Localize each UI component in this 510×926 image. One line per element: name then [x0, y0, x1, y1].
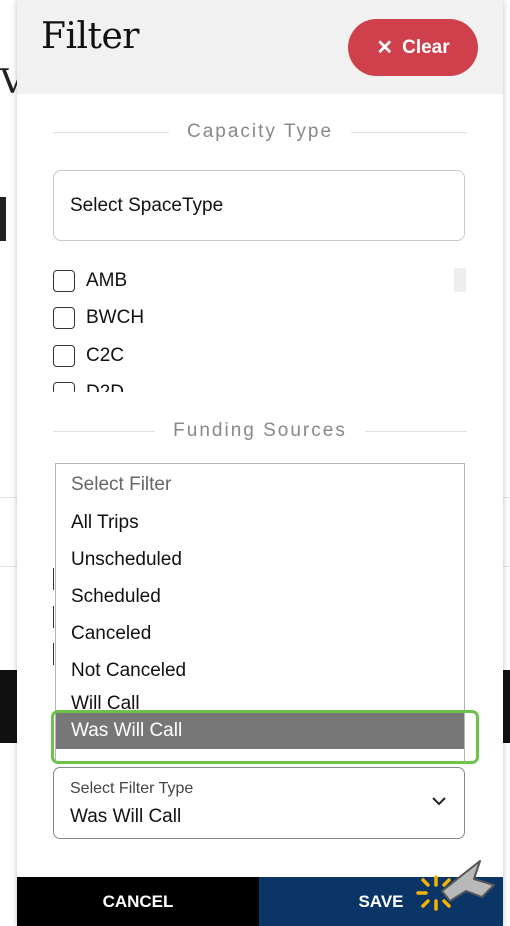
filter-type-select[interactable]: Select Filter Type Was Will Call — [53, 767, 465, 839]
capacity-option-label: AMB — [86, 269, 128, 291]
capacity-option-label: BWCH — [86, 307, 145, 329]
modal-header: Filter ✕ Clear — [17, 0, 503, 94]
filter-option[interactable]: Will Call — [56, 689, 464, 712]
filter-option[interactable]: Scheduled — [56, 578, 464, 615]
checkbox[interactable] — [53, 307, 75, 330]
filter-type-label: Select Filter Type — [70, 780, 194, 797]
filter-option[interactable]: All Trips — [56, 504, 464, 541]
clear-button[interactable]: ✕ Clear — [348, 19, 478, 76]
filter-option[interactable]: Canceled — [56, 615, 464, 652]
modal-title: Filter — [41, 16, 140, 57]
cancel-button[interactable]: CANCEL — [17, 877, 259, 926]
selection-highlight — [51, 710, 479, 764]
space-type-select[interactable]: Select SpaceType — [53, 170, 465, 241]
capacity-type-divider: Capacity Type — [53, 121, 467, 143]
capacity-option-label: C2C — [86, 344, 125, 366]
capacity-option[interactable]: C2C — [53, 337, 467, 375]
checkbox[interactable] — [53, 382, 75, 392]
capacity-type-list: AMB BWCH C2C D2D — [53, 262, 467, 392]
background-block — [0, 197, 6, 241]
funding-sources-heading: Funding Sources — [173, 420, 347, 441]
capacity-type-heading: Capacity Type — [186, 121, 334, 142]
capacity-option[interactable]: BWCH — [53, 300, 467, 338]
filter-modal: Filter ✕ Clear Capacity Type Select Spac… — [17, 0, 503, 926]
filter-type-value: Was Will Call — [70, 806, 182, 827]
capacity-option[interactable]: AMB — [53, 262, 467, 300]
checkbox[interactable] — [53, 344, 75, 367]
capacity-list-scrollbar[interactable] — [454, 268, 466, 292]
cursor-click-icon — [416, 860, 495, 911]
close-icon: ✕ — [376, 37, 394, 59]
funding-sources-divider: Funding Sources — [53, 420, 467, 442]
space-type-placeholder: Select SpaceType — [70, 194, 224, 216]
chevron-down-icon — [432, 797, 446, 806]
filter-option[interactable]: Not Canceled — [56, 652, 464, 689]
capacity-option[interactable]: D2D — [53, 375, 467, 392]
filter-option-placeholder[interactable]: Select Filter — [56, 464, 464, 504]
capacity-option-label: D2D — [86, 382, 124, 392]
clear-button-label: Clear — [402, 36, 450, 58]
filter-option[interactable]: Unscheduled — [56, 541, 464, 578]
checkbox[interactable] — [53, 269, 75, 292]
